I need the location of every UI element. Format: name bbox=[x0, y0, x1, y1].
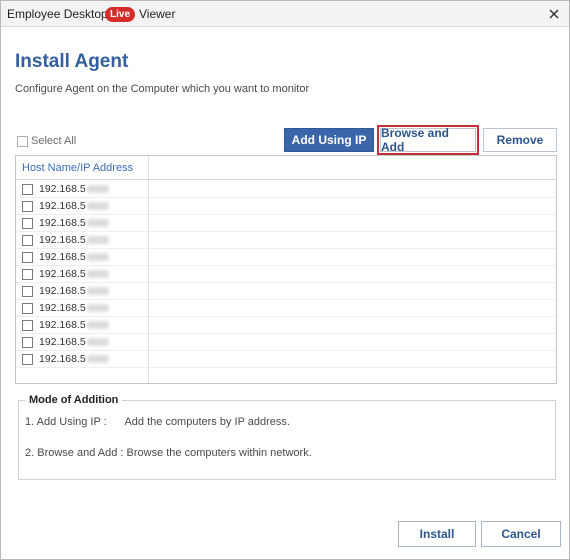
row-checkbox[interactable] bbox=[22, 353, 33, 365]
redacted-ip-suffix bbox=[86, 355, 109, 363]
mode-line-add-ip: 1. Add Using IP : Add the computers by I… bbox=[25, 416, 290, 428]
table-row[interactable]: 192.168.5 bbox=[16, 300, 556, 317]
row-checkbox[interactable] bbox=[22, 336, 33, 348]
remove-button[interactable]: Remove bbox=[483, 128, 557, 152]
ip-address: 192.168.5 bbox=[39, 183, 86, 195]
mode-line-browse: 2. Browse and Add : Browse the computers… bbox=[25, 447, 312, 459]
select-all-checkbox-box[interactable] bbox=[17, 135, 28, 147]
close-icon bbox=[549, 9, 559, 19]
ip-address: 192.168.5 bbox=[39, 319, 86, 331]
add-using-ip-button[interactable]: Add Using IP bbox=[284, 128, 374, 152]
ip-address: 192.168.5 bbox=[39, 336, 86, 348]
title-bar: Employee Desktop Live Viewer bbox=[1, 1, 569, 27]
mode-of-addition-title: Mode of Addition bbox=[25, 394, 123, 406]
redacted-ip-suffix bbox=[86, 236, 109, 244]
cancel-button[interactable]: Cancel bbox=[481, 521, 561, 547]
ip-address: 192.168.5 bbox=[39, 302, 86, 314]
ip-address: 192.168.5 bbox=[39, 251, 86, 263]
row-checkbox[interactable] bbox=[22, 302, 33, 314]
ip-address: 192.168.5 bbox=[39, 268, 86, 280]
table-row[interactable]: 192.168.5 bbox=[16, 232, 556, 249]
row-checkbox[interactable] bbox=[22, 285, 33, 297]
host-column-header[interactable]: Host Name/IP Address bbox=[22, 162, 133, 174]
ip-address: 192.168.5 bbox=[39, 234, 86, 246]
redacted-ip-suffix bbox=[86, 219, 109, 227]
row-checkbox[interactable] bbox=[22, 234, 33, 246]
ip-address: 192.168.5 bbox=[39, 285, 86, 297]
row-checkbox[interactable] bbox=[22, 183, 33, 195]
row-checkbox[interactable] bbox=[22, 251, 33, 263]
table-row[interactable]: 192.168.5 bbox=[16, 351, 556, 368]
table-row[interactable]: 192.168.5 bbox=[16, 249, 556, 266]
table-row[interactable]: 192.168.5 bbox=[16, 181, 556, 198]
row-checkbox[interactable] bbox=[22, 268, 33, 280]
redacted-ip-suffix bbox=[86, 338, 109, 346]
table-row[interactable]: 192.168.5 bbox=[16, 198, 556, 215]
install-button[interactable]: Install bbox=[398, 521, 476, 547]
app-name: Employee Desktop bbox=[7, 7, 108, 21]
table-header: Host Name/IP Address bbox=[16, 156, 556, 180]
redacted-ip-suffix bbox=[86, 270, 109, 278]
browse-and-add-button[interactable]: Browse and Add bbox=[377, 125, 479, 155]
select-all-label: Select All bbox=[31, 135, 77, 147]
redacted-ip-suffix bbox=[86, 185, 109, 193]
table-row[interactable]: 192.168.5 bbox=[16, 215, 556, 232]
live-badge: Live bbox=[105, 7, 136, 22]
select-all-checkbox[interactable]: Select All bbox=[17, 135, 76, 147]
ip-address: 192.168.5 bbox=[39, 200, 86, 212]
redacted-ip-suffix bbox=[86, 287, 109, 295]
page-title: Install Agent bbox=[15, 51, 129, 72]
host-table: Host Name/IP Address 192.168.5 192.168.5 1… bbox=[15, 155, 557, 384]
ip-address: 192.168.5 bbox=[39, 217, 86, 229]
row-checkbox[interactable] bbox=[22, 319, 33, 331]
install-agent-dialog: Employee Desktop Live Viewer Install Age… bbox=[0, 0, 570, 560]
ip-address: 192.168.5 bbox=[39, 353, 86, 365]
redacted-ip-suffix bbox=[86, 321, 109, 329]
table-row[interactable]: 192.168.5 bbox=[16, 266, 556, 283]
table-row[interactable]: 192.168.5 bbox=[16, 334, 556, 351]
redacted-ip-suffix bbox=[86, 202, 109, 210]
mode-of-addition-box: Mode of Addition 1. Add Using IP : Add t… bbox=[18, 394, 556, 480]
page-subtitle: Configure Agent on the Computer which yo… bbox=[15, 83, 310, 95]
row-checkbox[interactable] bbox=[22, 200, 33, 212]
table-row[interactable]: 192.168.5 bbox=[16, 317, 556, 334]
close-button[interactable] bbox=[543, 3, 565, 25]
viewer-text: Viewer bbox=[139, 7, 176, 21]
redacted-ip-suffix bbox=[86, 304, 109, 312]
row-checkbox[interactable] bbox=[22, 217, 33, 229]
table-row[interactable]: 192.168.5 bbox=[16, 283, 556, 300]
redacted-ip-suffix bbox=[86, 253, 109, 261]
